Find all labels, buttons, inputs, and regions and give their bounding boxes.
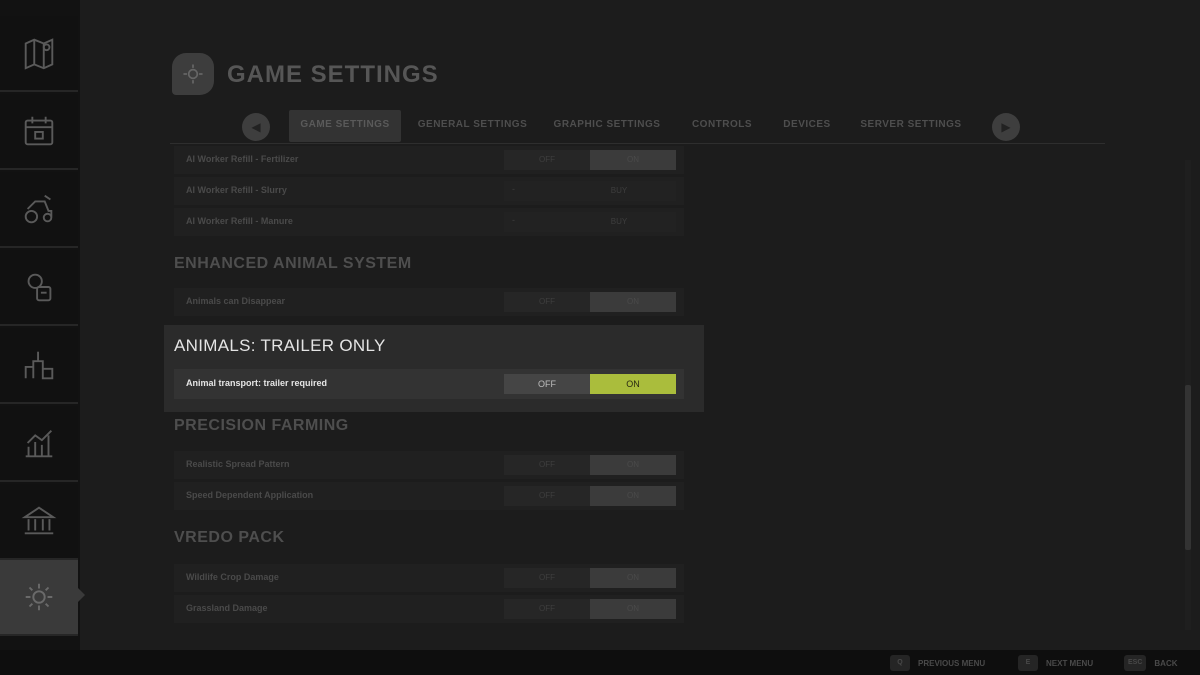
- setting-toggle: OFF ON: [504, 568, 676, 588]
- section-title: ENHANCED ANIMAL SYSTEM: [174, 255, 412, 272]
- toggle-off-option[interactable]: OFF: [504, 374, 590, 394]
- map-icon: [24, 38, 54, 70]
- toggle-on-option[interactable]: ON: [590, 374, 676, 394]
- chevron-right-icon: ▶: [1001, 120, 1011, 134]
- toggle-on-option[interactable]: ON: [590, 292, 676, 312]
- sidebar-item-production[interactable]: [0, 328, 78, 404]
- tab-controls[interactable]: CONTROLS: [682, 110, 762, 142]
- sidebar-item-calendar[interactable]: [0, 94, 78, 170]
- finance-icon: [21, 506, 57, 535]
- sidebar-item-statistics[interactable]: [0, 406, 78, 482]
- setting-row: Grassland Damage OFF ON: [174, 595, 684, 623]
- setting-row: Wildlife Crop Damage OFF ON: [174, 564, 684, 592]
- tab-bar: ◀ GAME SETTINGS GENERAL SETTINGS GRAPHIC…: [170, 110, 1105, 144]
- toggle-off-option[interactable]: OFF: [504, 599, 590, 619]
- setting-label: Animals can Disappear: [186, 296, 286, 306]
- setting-row-trailer-required: Animal transport: trailer required OFF O…: [174, 369, 684, 399]
- previous-tab-button[interactable]: ◀: [242, 113, 270, 141]
- footer-hints: Q PREVIOUS MENU E NEXT MENU ESC BACK: [0, 650, 1200, 675]
- setting-row: Speed Dependent Application OFF ON: [174, 482, 684, 510]
- setting-label: Wildlife Crop Damage: [186, 572, 279, 582]
- tab-general-settings[interactable]: GENERAL SETTINGS: [410, 110, 535, 142]
- settings-icon: [183, 64, 203, 84]
- setting-label: Speed Dependent Application: [186, 490, 314, 500]
- stepper-value: BUY: [610, 186, 628, 195]
- toggle-off-option[interactable]: OFF: [504, 455, 590, 475]
- setting-row: AI Worker Refill - Fertilizer OFF ON: [174, 146, 684, 174]
- calendar-icon: [24, 116, 54, 146]
- toggle-off-option[interactable]: OFF: [504, 292, 590, 312]
- toggle-off-option[interactable]: OFF: [504, 568, 590, 588]
- toggle-off-option[interactable]: OFF: [504, 486, 590, 506]
- statistics-icon: [25, 429, 53, 458]
- toggle-on-option[interactable]: ON: [590, 455, 676, 475]
- next-tab-button[interactable]: ▶: [992, 113, 1020, 141]
- toggle-on-option[interactable]: ON: [590, 150, 676, 170]
- sidebar-item-settings[interactable]: [0, 560, 78, 636]
- setting-label: Animal transport: trailer required: [186, 378, 328, 388]
- chevron-left-icon: ◀: [251, 120, 261, 134]
- setting-toggle: OFF ON: [504, 486, 676, 506]
- sidebar-item-finance[interactable]: [0, 484, 78, 560]
- toggle-on-option[interactable]: ON: [590, 486, 676, 506]
- game-settings-logo: [172, 53, 214, 95]
- sidebar-item-map[interactable]: [0, 16, 78, 92]
- stepper-minus[interactable]: -: [512, 184, 515, 194]
- production-icon: [24, 351, 54, 380]
- tab-game-settings[interactable]: GAME SETTINGS: [289, 110, 401, 142]
- section-title-trailer-only: ANIMALS: TRAILER ONLY: [174, 336, 386, 355]
- stepper-minus[interactable]: -: [512, 215, 515, 225]
- key-badge: ESC: [1124, 655, 1147, 671]
- setting-stepper[interactable]: - BUY: [504, 212, 676, 232]
- setting-row: AI Worker Refill - Slurry - BUY: [174, 177, 684, 205]
- toggle-on-option[interactable]: ON: [590, 599, 676, 619]
- tab-devices[interactable]: DEVICES: [772, 110, 842, 142]
- tab-graphic-settings[interactable]: GRAPHIC SETTINGS: [547, 110, 667, 142]
- game-settings-screen: GAME SETTINGS ◀ GAME SETTINGS GENERAL SE…: [0, 0, 1200, 675]
- stepper-value: BUY: [610, 217, 628, 226]
- setting-toggle: OFF ON: [504, 150, 676, 170]
- toggle-on-option[interactable]: ON: [590, 568, 676, 588]
- setting-row: Realistic Spread Pattern OFF ON: [174, 451, 684, 479]
- back-hint[interactable]: ESC BACK: [1124, 655, 1178, 671]
- key-badge: E: [1018, 655, 1038, 671]
- vehicle-icon: [24, 194, 53, 224]
- setting-row: AI Worker Refill - Manure - BUY: [174, 208, 684, 236]
- setting-label: AI Worker Refill - Slurry: [186, 185, 287, 195]
- setting-row: Animals can Disappear OFF ON: [174, 288, 684, 316]
- setting-stepper[interactable]: - BUY: [504, 181, 676, 201]
- trailer-required-toggle: OFF ON: [504, 374, 676, 394]
- setting-label: AI Worker Refill - Manure: [186, 216, 293, 226]
- tab-server-settings[interactable]: SERVER SETTINGS: [852, 110, 970, 142]
- settings-icon: [25, 583, 53, 611]
- next-menu-hint[interactable]: E NEXT MENU: [1018, 655, 1093, 671]
- toggle-off-option[interactable]: OFF: [504, 150, 590, 170]
- sidebar-item-animals[interactable]: [0, 250, 78, 326]
- hint-label: PREVIOUS MENU: [918, 658, 986, 668]
- setting-toggle: OFF ON: [504, 599, 676, 619]
- setting-toggle: OFF ON: [504, 292, 676, 312]
- setting-label: Realistic Spread Pattern: [186, 459, 290, 469]
- page-title: GAME SETTINGS: [227, 61, 439, 88]
- scrollbar-thumb[interactable]: [1185, 385, 1191, 550]
- setting-toggle: OFF ON: [504, 455, 676, 475]
- setting-label: Grassland Damage: [186, 603, 268, 613]
- sidebar: [0, 0, 85, 650]
- section-title: VREDO PACK: [174, 529, 285, 546]
- sidebar-item-vehicles[interactable]: [0, 172, 78, 248]
- hint-label: NEXT MENU: [1046, 658, 1094, 668]
- setting-label: AI Worker Refill - Fertilizer: [186, 154, 299, 164]
- previous-menu-hint[interactable]: Q PREVIOUS MENU: [890, 655, 985, 671]
- active-indicator: [78, 588, 85, 602]
- key-badge: Q: [890, 655, 910, 671]
- focused-setting-group: ANIMALS: TRAILER ONLY Animal transport: …: [164, 325, 704, 412]
- section-title: PRECISION FARMING: [174, 417, 349, 434]
- hint-label: BACK: [1154, 658, 1178, 668]
- animals-icon: [27, 273, 52, 302]
